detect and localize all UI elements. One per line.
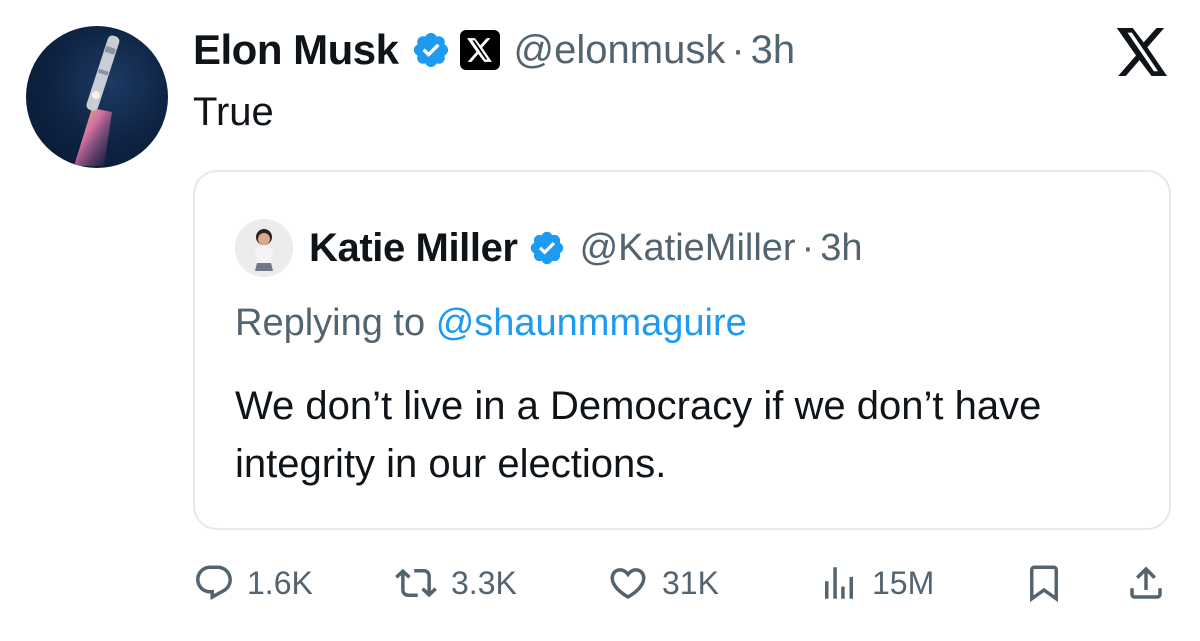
author-avatar[interactable] xyxy=(26,26,168,168)
separator-dot: · xyxy=(731,27,745,72)
quoted-tweet-header: Katie Miller @KatieMiller · 3h xyxy=(309,219,863,277)
views-chart-icon xyxy=(825,567,853,599)
repost-button[interactable]: 3.3K xyxy=(393,555,517,611)
author-handle[interactable]: @elonmusk xyxy=(514,28,726,73)
replying-to-mention[interactable]: @shaunmmaguire xyxy=(436,302,747,344)
bookmark-button[interactable] xyxy=(1023,555,1065,611)
x-logo-icon xyxy=(1115,28,1171,76)
heart-icon xyxy=(610,568,646,600)
rocket-launch-avatar xyxy=(74,35,120,166)
quoted-author-name[interactable]: Katie Miller xyxy=(309,226,518,271)
separator-dot: · xyxy=(801,226,815,269)
person-avatar-icon xyxy=(235,219,293,277)
reply-count: 1.6K xyxy=(247,564,313,601)
views-button[interactable]: 15M xyxy=(818,555,934,611)
verified-badge-icon[interactable] xyxy=(411,30,451,70)
views-count: 15M xyxy=(872,564,935,601)
reply-icon xyxy=(196,565,232,600)
tweet-text: True xyxy=(193,90,274,134)
quoted-tweet-text: We don’t live in a Democracy if we don’t… xyxy=(235,384,1042,486)
replying-prefix: Replying to xyxy=(235,302,426,344)
reply-button[interactable]: 1.6K xyxy=(193,555,313,611)
tweet-timestamp[interactable]: 3h xyxy=(751,28,796,73)
repost-count: 3.3K xyxy=(451,564,517,601)
quoted-author-handle[interactable]: @KatieMiller xyxy=(580,227,796,270)
share-button[interactable] xyxy=(1125,555,1167,611)
replying-to-line: Replying to @shaunmmaguire xyxy=(235,302,747,345)
bookmark-icon xyxy=(1030,565,1058,603)
quoted-author-avatar[interactable] xyxy=(235,219,293,277)
tweet-header: Elon Musk @elonmusk · 3h xyxy=(193,22,795,78)
author-name[interactable]: Elon Musk xyxy=(193,26,399,74)
repost-icon xyxy=(395,568,437,598)
like-button[interactable]: 31K xyxy=(606,555,719,611)
quoted-tweet-timestamp[interactable]: 3h xyxy=(820,227,862,270)
tweet-action-bar: 1.6K 3.3K 31K 15M xyxy=(193,555,1173,611)
x-logo-badge-icon[interactable] xyxy=(459,30,500,70)
verified-badge-icon[interactable] xyxy=(528,229,566,267)
share-icon xyxy=(1130,566,1162,599)
like-count: 31K xyxy=(662,564,719,601)
quoted-tweet-card[interactable]: Katie Miller @KatieMiller · 3h Replying … xyxy=(193,170,1171,530)
